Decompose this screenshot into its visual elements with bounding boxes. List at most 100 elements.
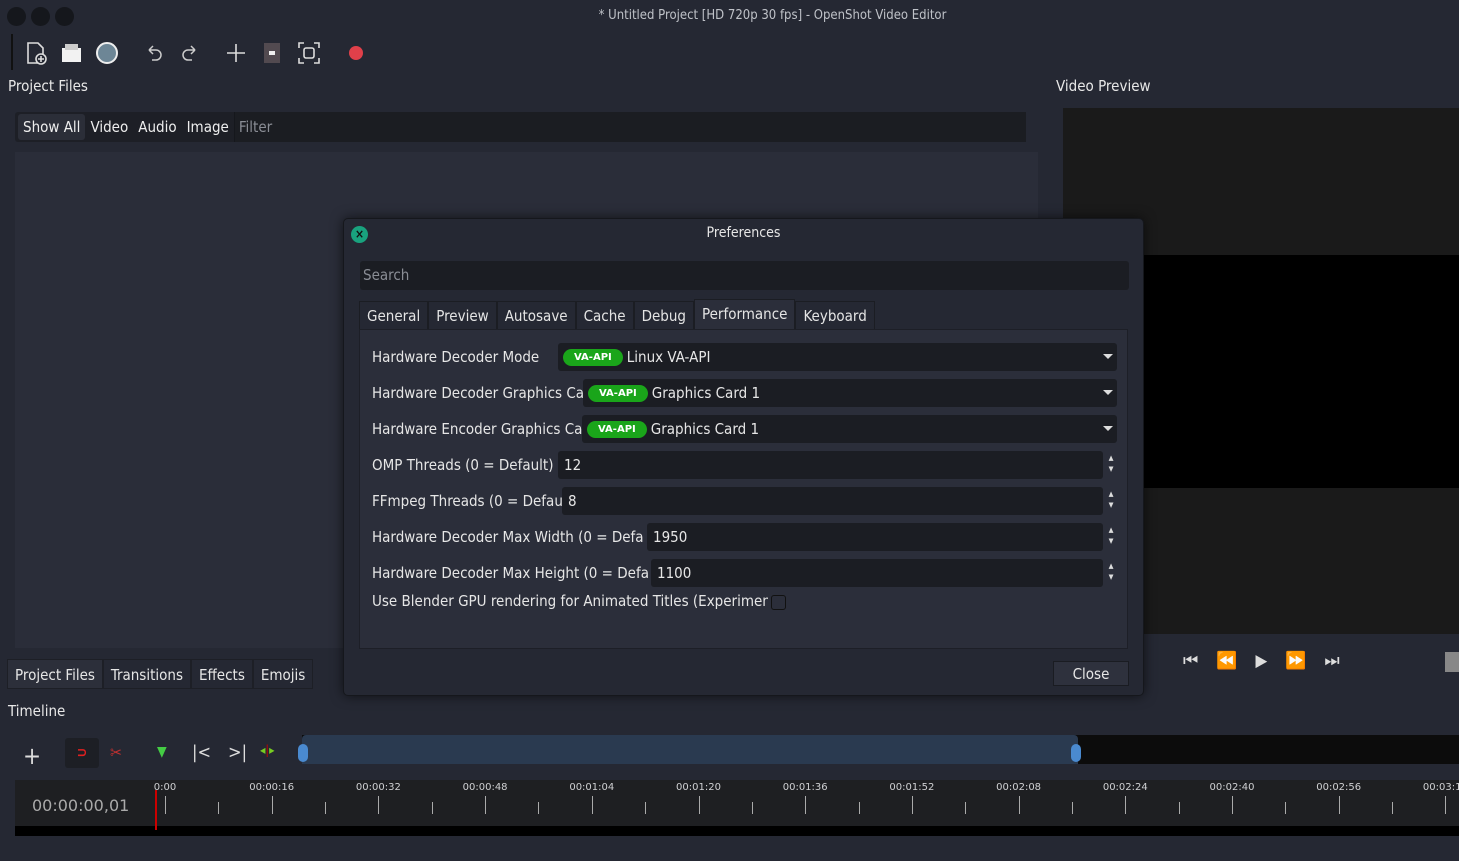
filter-audio[interactable]: Audio: [133, 114, 181, 140]
preferences-search-input[interactable]: Search: [360, 261, 1129, 290]
filter-video[interactable]: Video: [85, 114, 133, 140]
tick-label: 00:00:32: [355, 782, 401, 793]
filter-input[interactable]: Filter: [233, 112, 1026, 142]
tick-major: [1018, 796, 1020, 814]
decoder-max-width-spinbox[interactable]: 1950 ▲ ▼: [647, 523, 1113, 551]
jump-start-icon[interactable]: ⏮: [1183, 651, 1198, 671]
timeline-title: Timeline: [8, 702, 66, 720]
tick-minor: [965, 802, 967, 814]
fullscreen-icon[interactable]: [294, 38, 324, 68]
timeline-scroll-thumb[interactable]: [302, 735, 1078, 764]
add-track-icon[interactable]: [221, 38, 251, 68]
va-api-badge: VA-API: [587, 420, 647, 438]
project-files-filterbar: Show All Video Audio Image Filter: [15, 112, 1026, 142]
tab-effects[interactable]: Effects: [190, 659, 253, 689]
tab-autosave[interactable]: Autosave: [496, 301, 576, 330]
encoder-graphics-card-select[interactable]: VA-API Graphics Card 1: [582, 415, 1117, 443]
tick-minor: [538, 802, 540, 814]
preferences-tabs: General Preview Autosave Cache Debug Per…: [359, 299, 875, 330]
timeline-scroll-track[interactable]: [298, 735, 1459, 764]
spin-arrows-icon[interactable]: ▲ ▼: [1105, 561, 1117, 585]
video-preview-title: Video Preview: [1056, 77, 1151, 95]
tick-major: [698, 796, 700, 814]
filter-show-all[interactable]: Show All: [18, 114, 86, 140]
razor-scissors-icon[interactable]: ✂: [110, 743, 122, 762]
tick-minor: [325, 802, 327, 814]
tab-performance[interactable]: Performance: [694, 299, 796, 330]
tick-label: 00:00:48: [462, 782, 508, 793]
tick-label: 00:02:24: [1102, 782, 1148, 793]
tab-general[interactable]: General: [359, 301, 429, 330]
add-marker-icon[interactable]: ▼: [157, 744, 167, 760]
undo-icon[interactable]: [139, 38, 169, 68]
tab-preview[interactable]: Preview: [428, 301, 497, 330]
tick-label: 0:00: [153, 782, 177, 793]
preferences-dialog: × Preferences Search General Preview Aut…: [343, 218, 1144, 696]
tick-minor: [1285, 802, 1287, 814]
bottom-tabs: Project Files Transitions Effects Emojis: [7, 659, 314, 689]
tab-cache[interactable]: Cache: [575, 301, 634, 330]
new-file-icon[interactable]: [21, 38, 51, 68]
tick-label: 00:02:56: [1316, 782, 1362, 793]
spin-arrows-icon[interactable]: ▲ ▼: [1105, 525, 1117, 549]
fast-forward-icon[interactable]: ⏩: [1285, 651, 1306, 671]
playhead[interactable]: [155, 790, 157, 830]
redo-icon[interactable]: [175, 38, 205, 68]
tab-keyboard[interactable]: Keyboard: [795, 301, 875, 330]
select-value: Graphics Card 1: [651, 384, 761, 402]
tab-emojis[interactable]: Emojis: [252, 659, 314, 689]
next-marker-icon[interactable]: >|: [228, 742, 247, 763]
export-video-icon[interactable]: [257, 38, 287, 68]
import-icon[interactable]: [92, 38, 122, 68]
tab-debug[interactable]: Debug: [633, 301, 694, 330]
filter-image[interactable]: Image: [182, 114, 234, 140]
rewind-icon[interactable]: ⏪: [1216, 651, 1237, 671]
spin-value: 1100: [657, 564, 692, 582]
tick-minor: [431, 802, 433, 814]
tick-minor: [218, 802, 220, 814]
chevron-down-icon: [1103, 354, 1113, 359]
decoder-graphics-card-select[interactable]: VA-API Graphics Card 1: [583, 379, 1117, 407]
previous-marker-icon[interactable]: |<: [192, 742, 211, 763]
tick-minor: [751, 802, 753, 814]
setting-label: FFmpeg Threads (0 = Default): [372, 492, 578, 510]
tick-minor: [1392, 802, 1394, 814]
spin-value: 1950: [653, 528, 688, 546]
hardware-decoder-mode-select[interactable]: VA-API Linux VA-API: [558, 343, 1117, 371]
close-button[interactable]: Close: [1053, 661, 1129, 686]
chevron-down-icon: [1103, 390, 1113, 395]
setting-label: Hardware Decoder Max Width (0 = Default): [372, 528, 644, 546]
timecode: 00:00:00,01: [32, 796, 130, 815]
add-track-icon[interactable]: +: [23, 742, 41, 770]
tick-minor: [645, 802, 647, 814]
tick-label: 00:01:04: [569, 782, 615, 793]
spin-arrows-icon[interactable]: ▲ ▼: [1105, 453, 1117, 477]
play-icon[interactable]: ▶: [1255, 651, 1267, 671]
setting-label: Hardware Decoder Mode: [372, 348, 540, 366]
tick-major: [911, 796, 913, 814]
project-files-title: Project Files: [8, 77, 88, 95]
spin-arrows-icon[interactable]: ▲ ▼: [1105, 489, 1117, 513]
tick-label: 00:01:36: [782, 782, 828, 793]
setting-label: Hardware Encoder Graphics Card: [372, 420, 597, 438]
center-playhead-icon[interactable]: ◂|▸: [260, 743, 274, 757]
camera-icon[interactable]: [1445, 652, 1459, 672]
tick-label: 00:02:08: [996, 782, 1042, 793]
omp-threads-spinbox[interactable]: 12 ▲ ▼: [558, 451, 1113, 479]
snapping-magnet-icon[interactable]: ⊃: [65, 738, 99, 768]
dialog-title: Preferences: [706, 225, 781, 241]
record-icon[interactable]: [341, 38, 371, 68]
performance-panel: Hardware Decoder Mode VA-API Linux VA-API…: [359, 329, 1128, 649]
ffmpeg-threads-spinbox[interactable]: 8 ▲ ▼: [562, 487, 1113, 515]
tick-major: [378, 796, 380, 814]
jump-end-icon[interactable]: ⏭: [1324, 651, 1339, 671]
tab-project-files[interactable]: Project Files: [7, 659, 103, 689]
blender-gpu-checkbox[interactable]: [771, 595, 786, 610]
spin-value: 8: [568, 492, 577, 510]
tick-major: [165, 796, 166, 814]
tab-transitions[interactable]: Transitions: [102, 659, 191, 689]
save-icon[interactable]: [56, 38, 86, 68]
decoder-max-height-spinbox[interactable]: 1100 ▲ ▼: [651, 559, 1113, 587]
window-title: * Untitled Project [HD 720p 30 fps] - Op…: [598, 8, 947, 23]
timeline-ruler[interactable]: 00:00:00,01 0:00 00:00:16 00:00:32 00:00:48…: [15, 780, 1459, 826]
